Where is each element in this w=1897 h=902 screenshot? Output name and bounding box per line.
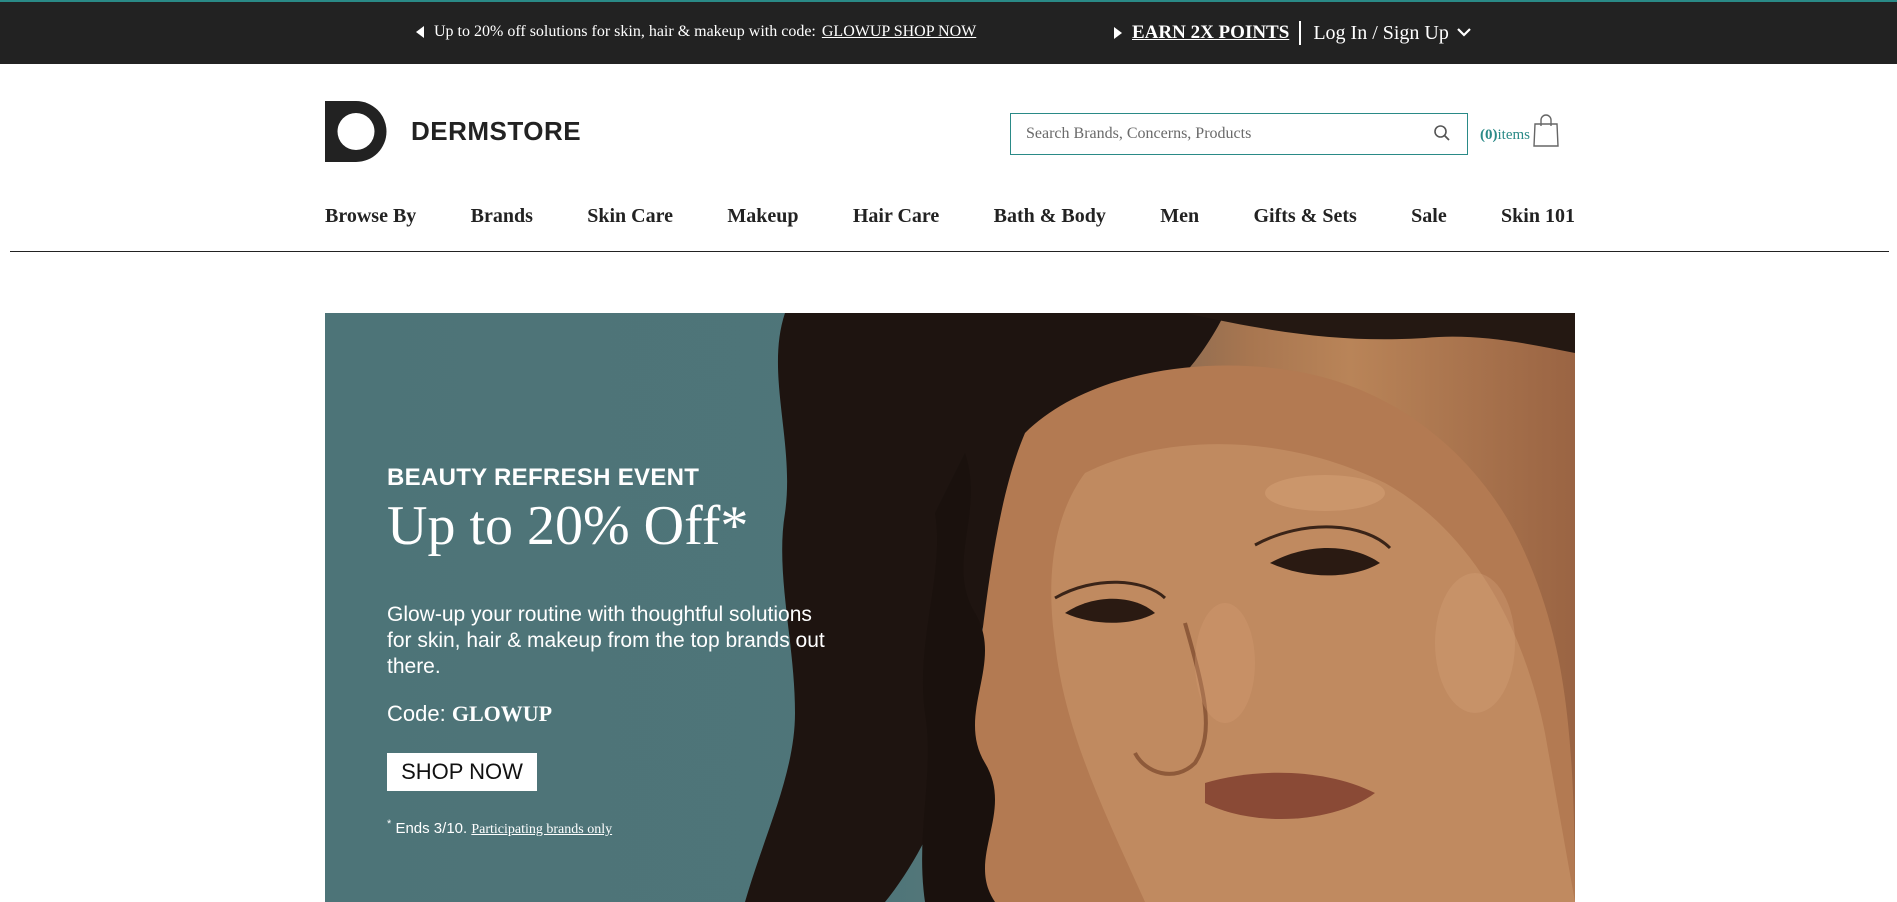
hero-banner[interactable]: BEAUTY REFRESH EVENT Up to 20% Off* Glow…: [325, 313, 1575, 902]
divider: [1299, 21, 1302, 45]
next-arrow-icon[interactable]: [1114, 27, 1122, 39]
fine-print-text: Ends 3/10.: [391, 820, 472, 837]
promo-code-value: GLOWUP: [451, 701, 553, 726]
cart-count: (0): [1480, 127, 1498, 143]
nav-makeup[interactable]: Makeup: [727, 205, 798, 228]
nav-gifts-sets[interactable]: Gifts & Sets: [1253, 205, 1356, 228]
cart-button[interactable]: (0) items: [1480, 114, 1560, 153]
hero-body-text: Glow-up your routine with thoughtful sol…: [387, 603, 825, 678]
promo-code-label: Code:: [387, 701, 452, 726]
shop-now-button[interactable]: SHOP NOW: [387, 753, 537, 791]
promo-link[interactable]: GLOWUP SHOP NOW: [822, 23, 976, 41]
account-area: EARN 2X POINTS Log In / Sign Up: [1114, 21, 1471, 45]
search-icon[interactable]: [1433, 124, 1451, 147]
nav-skin-101[interactable]: Skin 101: [1501, 205, 1575, 228]
earn-points-link[interactable]: EARN 2X POINTS: [1132, 22, 1289, 44]
main-nav: Browse By Brands Skin Care Makeup Hair C…: [325, 204, 1575, 228]
hero-headline: Up to 20% Off*: [387, 495, 749, 557]
promo-bar: Up to 20% off solutions for skin, hair &…: [0, 0, 1897, 64]
promo-text: Up to 20% off solutions for skin, hair &…: [434, 23, 816, 40]
chevron-down-icon[interactable]: [1457, 24, 1471, 42]
nav-brands[interactable]: Brands: [471, 205, 533, 228]
fine-print: * Ends 3/10. Participating brands only: [387, 818, 612, 838]
participating-brands-link[interactable]: Participating brands only: [471, 822, 612, 837]
previous-arrow-icon[interactable]: [416, 26, 424, 38]
nav-divider: [10, 251, 1889, 252]
brand-wordmark[interactable]: DERMSTORE: [411, 116, 581, 147]
dermstore-logo-icon[interactable]: [325, 101, 387, 162]
nav-skin-care[interactable]: Skin Care: [587, 205, 673, 228]
shopping-bag-icon[interactable]: [1532, 114, 1560, 153]
hero-eyebrow: BEAUTY REFRESH EVENT: [387, 464, 700, 491]
nav-sale[interactable]: Sale: [1411, 205, 1447, 228]
search-input[interactable]: [1011, 114, 1411, 153]
promo-code: Code: GLOWUP: [387, 701, 552, 727]
promo-message: Up to 20% off solutions for skin, hair &…: [416, 23, 976, 41]
nav-bath-body[interactable]: Bath & Body: [994, 205, 1106, 228]
nav-browse-by[interactable]: Browse By: [325, 205, 416, 228]
login-signup-link[interactable]: Log In / Sign Up: [1313, 22, 1449, 45]
nav-hair-care[interactable]: Hair Care: [853, 205, 939, 228]
cart-label: items: [1497, 127, 1531, 143]
nav-men[interactable]: Men: [1160, 205, 1199, 228]
search-box: [1010, 113, 1468, 155]
